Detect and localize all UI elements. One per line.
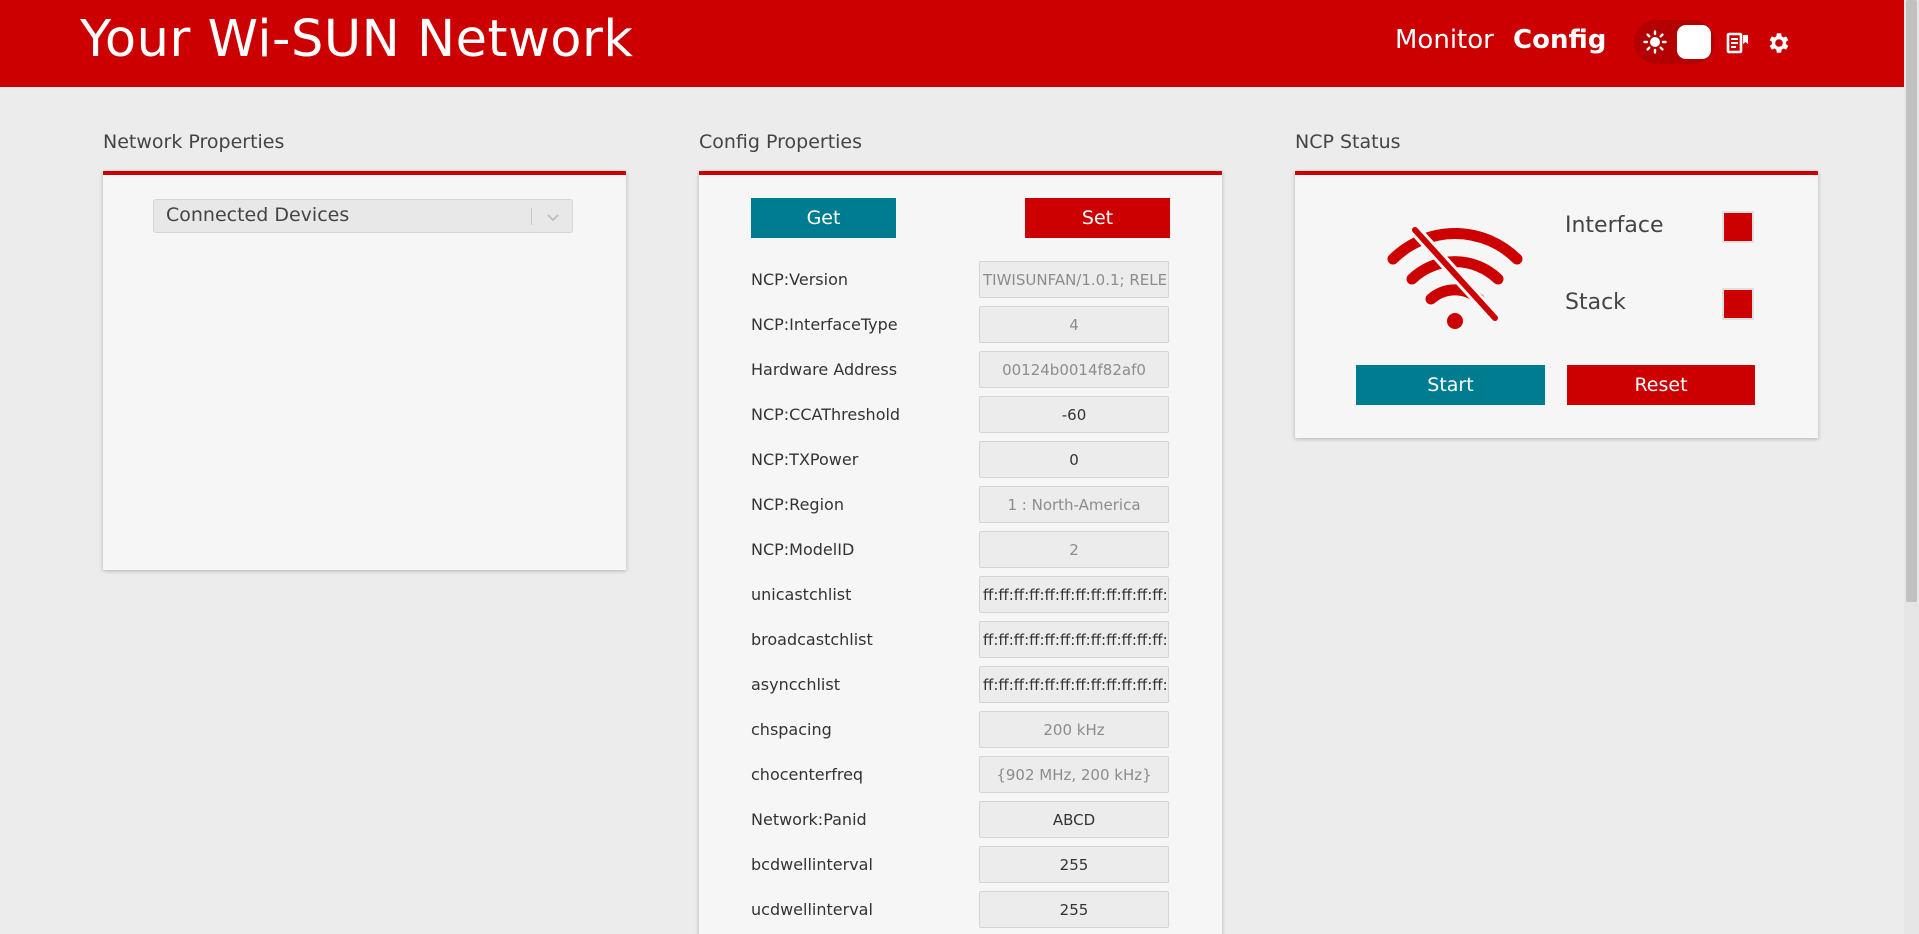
prop-row-tx-power: NCP:TXPower bbox=[751, 441, 1171, 478]
tx-power-field[interactable] bbox=[979, 441, 1169, 478]
ncp-status-card: Interface Stack Start Reset bbox=[1295, 171, 1818, 438]
prop-row-hardware-address: Hardware Address bbox=[751, 351, 1171, 388]
prop-row-ncp-version: NCP:Version bbox=[751, 261, 1171, 298]
interface-status-indicator bbox=[1722, 211, 1754, 243]
prop-label: NCP:Version bbox=[751, 270, 849, 289]
select-separator bbox=[531, 208, 532, 225]
app-header: Your Wi-SUN Network Monitor Config bbox=[0, 0, 1904, 87]
prop-label: Network:Panid bbox=[751, 810, 867, 829]
gear-icon[interactable] bbox=[1765, 30, 1791, 56]
prop-label: chspacing bbox=[751, 720, 832, 739]
cca-threshold-field[interactable] bbox=[979, 396, 1169, 433]
prop-row-chocenterfreq: chocenterfreq bbox=[751, 756, 1171, 793]
panid-field[interactable] bbox=[979, 801, 1169, 838]
prop-label: Hardware Address bbox=[751, 360, 898, 379]
wifi-off-icon bbox=[1387, 225, 1523, 329]
region-field[interactable] bbox=[979, 486, 1169, 523]
document-icon[interactable] bbox=[1726, 31, 1750, 55]
prop-row-bcdwellinterval: bcdwellinterval bbox=[751, 846, 1171, 883]
nav-monitor-link[interactable]: Monitor bbox=[1395, 25, 1494, 55]
theme-toggle[interactable] bbox=[1634, 20, 1715, 64]
prop-row-region: NCP:Region bbox=[751, 486, 1171, 523]
prop-label: broadcastchlist bbox=[751, 630, 873, 649]
app-title: Your Wi-SUN Network bbox=[80, 10, 634, 69]
sun-icon bbox=[1643, 30, 1667, 54]
prop-row-panid: Network:Panid bbox=[751, 801, 1171, 838]
network-properties-card: Connected Devices bbox=[103, 171, 626, 570]
connected-devices-select[interactable]: Connected Devices bbox=[153, 199, 573, 233]
config-properties-title: Config Properties bbox=[699, 131, 863, 153]
prop-row-chspacing: chspacing bbox=[751, 711, 1171, 748]
prop-label: NCP:Region bbox=[751, 495, 844, 514]
select-value: Connected Devices bbox=[166, 204, 350, 226]
prop-row-cca-threshold: NCP:CCAThreshold bbox=[751, 396, 1171, 433]
set-button[interactable]: Set bbox=[1025, 198, 1170, 238]
prop-row-asyncchlist: asyncchlist bbox=[751, 666, 1171, 703]
prop-label: chocenterfreq bbox=[751, 765, 864, 784]
prop-row-ucdwellinterval: ucdwellinterval bbox=[751, 891, 1171, 928]
ncp-version-field[interactable] bbox=[979, 261, 1169, 298]
ncp-status-title: NCP Status bbox=[1295, 131, 1401, 153]
interface-type-field[interactable] bbox=[979, 306, 1169, 343]
prop-label: ucdwellinterval bbox=[751, 900, 873, 919]
prop-row-model-id: NCP:ModelID bbox=[751, 531, 1171, 568]
get-button[interactable]: Get bbox=[751, 198, 896, 238]
broadcastchlist-field[interactable] bbox=[979, 621, 1169, 658]
prop-label: NCP:CCAThreshold bbox=[751, 405, 901, 424]
chspacing-field[interactable] bbox=[979, 711, 1169, 748]
prop-label: asyncchlist bbox=[751, 675, 840, 694]
scrollbar-thumb[interactable] bbox=[1906, 0, 1917, 602]
stack-label: Stack bbox=[1565, 290, 1626, 315]
asyncchlist-field[interactable] bbox=[979, 666, 1169, 703]
prop-label: NCP:TXPower bbox=[751, 450, 859, 469]
bcdwellinterval-field[interactable] bbox=[979, 846, 1169, 883]
prop-label: NCP:InterfaceType bbox=[751, 315, 898, 334]
unicastchlist-field[interactable] bbox=[979, 576, 1169, 613]
chocenterfreq-field[interactable] bbox=[979, 756, 1169, 793]
chevron-down-icon[interactable] bbox=[545, 209, 561, 225]
nav-config-link[interactable]: Config bbox=[1513, 25, 1606, 55]
network-properties-title: Network Properties bbox=[103, 131, 285, 153]
stack-status-indicator bbox=[1722, 288, 1754, 320]
prop-label: NCP:ModelID bbox=[751, 540, 855, 559]
interface-label: Interface bbox=[1565, 213, 1664, 238]
ucdwellinterval-field[interactable] bbox=[979, 891, 1169, 928]
prop-row-broadcastchlist: broadcastchlist bbox=[751, 621, 1171, 658]
reset-button[interactable]: Reset bbox=[1567, 365, 1755, 405]
prop-row-unicastchlist: unicastchlist bbox=[751, 576, 1171, 613]
prop-label: unicastchlist bbox=[751, 585, 852, 604]
prop-row-interface-type: NCP:InterfaceType bbox=[751, 306, 1171, 343]
model-id-field[interactable] bbox=[979, 531, 1169, 568]
start-button[interactable]: Start bbox=[1356, 365, 1545, 405]
hardware-address-field[interactable] bbox=[979, 351, 1169, 388]
toggle-knob[interactable] bbox=[1677, 25, 1711, 59]
prop-label: bcdwellinterval bbox=[751, 855, 873, 874]
config-properties-card: Get Set NCP:Version NCP:InterfaceType Ha… bbox=[699, 171, 1222, 934]
